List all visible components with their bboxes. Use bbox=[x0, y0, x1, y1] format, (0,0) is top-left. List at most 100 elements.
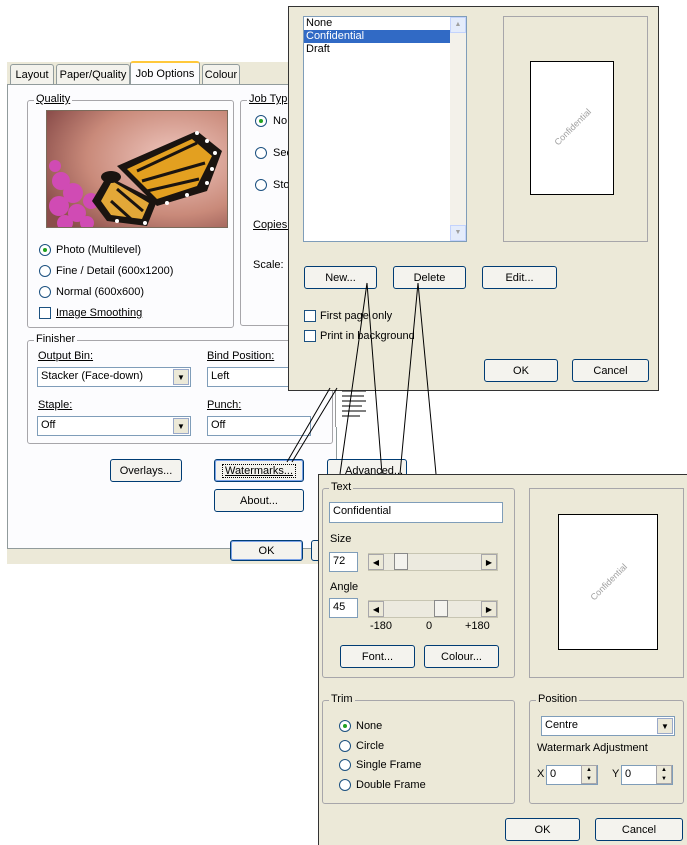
output-bin-value: Stacker (Face-down) bbox=[41, 370, 144, 382]
quality-photo-label: Photo (Multilevel) bbox=[56, 244, 141, 256]
trim-single-frame-radio[interactable] bbox=[339, 759, 351, 771]
edit-cancel-label: Cancel bbox=[621, 823, 657, 836]
finisher-preview-image bbox=[335, 385, 370, 427]
first-page-only-checkbox[interactable] bbox=[304, 310, 316, 322]
colour-button[interactable]: Colour... bbox=[424, 645, 499, 668]
ok-button[interactable]: OK bbox=[230, 540, 303, 561]
watermark-list-item-selected[interactable]: Confidential bbox=[304, 30, 450, 43]
tab-job-options[interactable]: Job Options bbox=[130, 61, 200, 84]
tab-layout[interactable]: Layout bbox=[10, 64, 54, 84]
size-slider-right-arrow[interactable]: ▶ bbox=[481, 554, 497, 570]
edit-ok-button[interactable]: OK bbox=[505, 818, 580, 841]
spin-down-icon[interactable]: ▼ bbox=[582, 775, 596, 784]
spin-up-icon[interactable]: ▲ bbox=[657, 766, 671, 775]
about-button-label: About... bbox=[240, 494, 278, 507]
edit-ok-label: OK bbox=[534, 823, 551, 836]
spin-up-icon[interactable]: ▲ bbox=[582, 766, 596, 775]
finisher-group-label: Finisher bbox=[34, 333, 78, 345]
angle-slider-right-arrow[interactable]: ▶ bbox=[481, 601, 497, 617]
job-type-normal-radio[interactable] bbox=[255, 115, 267, 127]
scale-label: Scale: bbox=[253, 259, 284, 271]
angle-label: Angle bbox=[330, 581, 359, 593]
trim-none-radio[interactable] bbox=[339, 720, 351, 732]
watermark-text-input[interactable]: Confidential bbox=[329, 502, 503, 523]
position-value: Centre bbox=[545, 719, 579, 731]
x-adjust-value: 0 bbox=[550, 768, 557, 780]
watermark-list-item[interactable]: Draft bbox=[304, 43, 466, 56]
trim-group-label: Trim bbox=[329, 693, 355, 705]
delete-watermark-button[interactable]: Delete bbox=[393, 266, 466, 289]
image-smoothing-label: Image Smoothing bbox=[56, 307, 143, 319]
new-watermark-button[interactable]: New... bbox=[304, 266, 377, 289]
tab-colour[interactable]: Colour bbox=[202, 64, 240, 84]
text-group-label: Text bbox=[329, 481, 354, 493]
size-slider-thumb[interactable] bbox=[394, 553, 408, 570]
quality-normal-radio[interactable] bbox=[39, 286, 51, 298]
punch-select[interactable]: Off bbox=[207, 416, 311, 436]
scroll-down-icon[interactable]: ▼ bbox=[450, 225, 466, 241]
chevron-down-icon[interactable]: ▼ bbox=[173, 369, 189, 385]
angle-max-label: +180 bbox=[465, 620, 490, 632]
quality-normal-label: Normal (600x600) bbox=[56, 286, 145, 298]
y-adjust-value: 0 bbox=[625, 768, 632, 780]
punch-label: Punch: bbox=[207, 399, 242, 411]
x-adjust-spinner[interactable]: ▲ ▼ bbox=[581, 765, 597, 784]
job-type-store-radio[interactable] bbox=[255, 179, 267, 191]
overlays-button-label: Overlays... bbox=[119, 464, 173, 477]
output-bin-select[interactable]: Stacker (Face-down) ▼ bbox=[37, 367, 191, 387]
copies-label: Copies: bbox=[253, 219, 291, 231]
quality-group-label: Quality bbox=[34, 93, 73, 105]
size-slider[interactable] bbox=[368, 553, 498, 571]
job-type-secure-radio[interactable] bbox=[255, 147, 267, 159]
staple-select[interactable]: Off ▼ bbox=[37, 416, 191, 436]
bind-position-select[interactable]: Left bbox=[207, 367, 297, 387]
staple-value: Off bbox=[41, 419, 56, 431]
angle-slider[interactable] bbox=[368, 600, 498, 618]
edit-watermark-button[interactable]: Edit... bbox=[482, 266, 557, 289]
watermark-cancel-label: Cancel bbox=[593, 364, 628, 377]
watermark-text-value: Confidential bbox=[333, 505, 392, 517]
angle-input[interactable]: 45 bbox=[329, 598, 358, 618]
output-bin-label: Output Bin: bbox=[38, 350, 94, 362]
angle-slider-left-arrow[interactable]: ◀ bbox=[368, 601, 384, 617]
size-input[interactable]: 72 bbox=[329, 552, 358, 572]
image-smoothing-checkbox[interactable] bbox=[39, 307, 51, 319]
watermark-ok-button[interactable]: OK bbox=[484, 359, 558, 382]
edit-cancel-button[interactable]: Cancel bbox=[595, 818, 683, 841]
list-scrollbar[interactable]: ▲ ▼ bbox=[450, 17, 466, 241]
size-value: 72 bbox=[333, 555, 346, 567]
edit-preview-page: Confidential bbox=[558, 514, 658, 650]
quality-fine-radio[interactable] bbox=[39, 265, 51, 277]
trim-double-frame-radio[interactable] bbox=[339, 779, 351, 791]
overlays-button[interactable]: Overlays... bbox=[110, 459, 182, 482]
about-button[interactable]: About... bbox=[214, 489, 304, 512]
trim-none-label: None bbox=[356, 720, 383, 732]
quality-photo-radio[interactable] bbox=[39, 244, 51, 256]
watermark-listbox[interactable]: None Confidential Draft ▲ ▼ bbox=[303, 16, 467, 242]
quality-fine-label: Fine / Detail (600x1200) bbox=[56, 265, 174, 277]
y-adjust-spinner[interactable]: ▲ ▼ bbox=[656, 765, 672, 784]
tab-colour-label: Colour bbox=[204, 68, 238, 81]
job-type-normal-label: No bbox=[273, 115, 288, 127]
watermark-list-item[interactable]: None bbox=[304, 17, 466, 30]
angle-min-label: -180 bbox=[370, 620, 393, 632]
colour-button-label: Colour... bbox=[441, 650, 482, 663]
scroll-up-icon[interactable]: ▲ bbox=[450, 17, 466, 33]
watermark-adjustment-label: Watermark Adjustment bbox=[537, 742, 648, 754]
trim-single-frame-label: Single Frame bbox=[356, 759, 422, 771]
tab-paper-quality[interactable]: Paper/Quality bbox=[56, 64, 130, 84]
watermarks-button-label: Watermarks... bbox=[221, 463, 297, 478]
font-button[interactable]: Font... bbox=[340, 645, 415, 668]
size-slider-left-arrow[interactable]: ◀ bbox=[368, 554, 384, 570]
chevron-down-icon[interactable]: ▼ bbox=[657, 718, 673, 734]
watermarks-button[interactable]: Watermarks... bbox=[214, 459, 304, 482]
angle-slider-thumb[interactable] bbox=[434, 600, 448, 617]
new-button-label: New... bbox=[325, 271, 356, 284]
trim-circle-radio[interactable] bbox=[339, 740, 351, 752]
position-select[interactable]: Centre ▼ bbox=[541, 716, 675, 736]
chevron-down-icon[interactable]: ▼ bbox=[173, 418, 189, 434]
watermark-cancel-button[interactable]: Cancel bbox=[572, 359, 649, 382]
spin-down-icon[interactable]: ▼ bbox=[657, 775, 671, 784]
punch-value: Off bbox=[211, 419, 226, 431]
print-in-background-checkbox[interactable] bbox=[304, 330, 316, 342]
